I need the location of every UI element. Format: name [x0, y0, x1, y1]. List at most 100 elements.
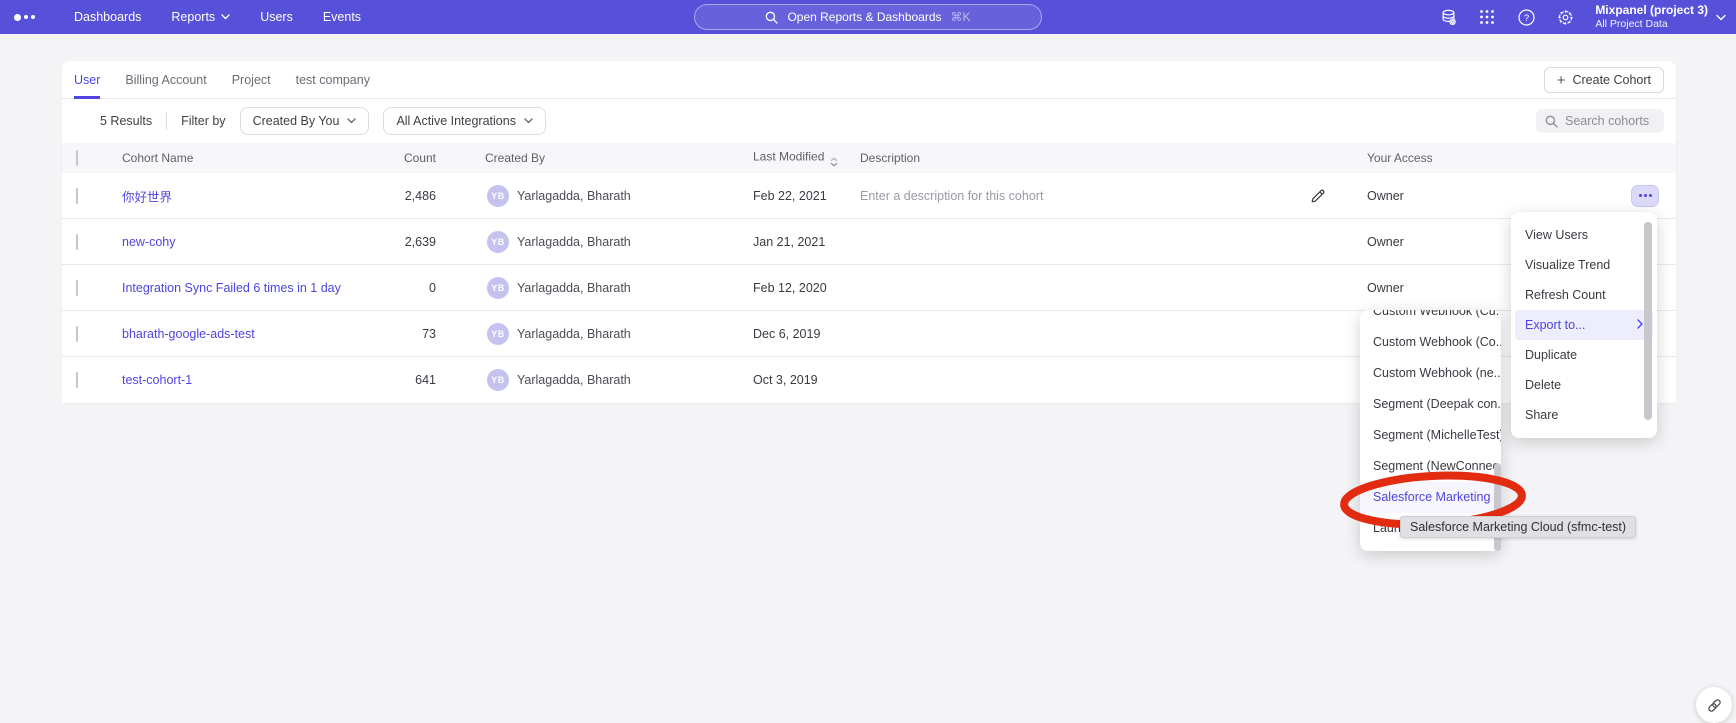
avatar: YB [487, 323, 509, 345]
filter-bar: 5 Results Filter by Created By You All A… [62, 99, 1676, 143]
menu-item-share[interactable]: Share [1511, 400, 1657, 430]
global-search-bar[interactable]: Open Reports & Dashboards ⌘K [694, 4, 1042, 30]
description-placeholder[interactable]: Enter a description for this cohort [860, 189, 1043, 203]
row-checkbox[interactable] [76, 188, 78, 204]
column-header-count: Count [342, 151, 436, 165]
integration-tooltip: Salesforce Marketing Cloud (sfmc-test) [1400, 516, 1636, 538]
create-cohort-button[interactable]: + Create Cohort [1544, 67, 1664, 93]
avatar: YB [487, 231, 509, 253]
apps-grid-icon[interactable] [1478, 8, 1496, 26]
submenu-item-custom-webhook-2[interactable]: Custom Webhook (Co... [1360, 327, 1501, 358]
mixpanel-logo-icon[interactable] [14, 14, 48, 21]
cohort-count: 73 [342, 327, 436, 341]
nav-item-reports[interactable]: Reports [171, 10, 230, 24]
nav-item-dashboards[interactable]: Dashboards [74, 10, 141, 24]
row-checkbox[interactable] [76, 372, 78, 388]
submenu-item-custom-webhook-1[interactable]: Custom Webhook (Cu... [1360, 310, 1501, 327]
cohort-search-box [1536, 109, 1664, 133]
chevron-down-icon [524, 118, 533, 124]
nav-item-users[interactable]: Users [260, 10, 293, 24]
nav-item-events[interactable]: Events [323, 10, 361, 24]
menu-item-visualize-trend[interactable]: Visualize Trend [1511, 250, 1657, 280]
cohort-name-link[interactable]: 你好世界 [122, 186, 172, 205]
menu-item-duplicate[interactable]: Duplicate [1511, 340, 1657, 370]
created-by-dropdown[interactable]: Created By You [240, 107, 370, 135]
divider [166, 112, 167, 130]
cohort-count: 0 [342, 281, 436, 295]
global-search-placeholder: Open Reports & Dashboards [787, 10, 941, 24]
last-modified-date: Oct 3, 2019 [753, 373, 818, 387]
creator-name: Yarlagadda, Bharath [517, 235, 631, 249]
tab-user[interactable]: User [74, 61, 100, 99]
avatar: YB [487, 277, 509, 299]
project-scope: All Project Data [1595, 18, 1708, 31]
project-selector[interactable]: Mixpanel (project 3) All Project Data [1595, 3, 1726, 31]
cohort-name-link[interactable]: new-cohy [122, 235, 176, 249]
filter-by-label: Filter by [181, 114, 225, 128]
access-level: Owner [1367, 235, 1404, 249]
plus-icon: + [1557, 73, 1566, 88]
access-level: Owner [1367, 281, 1404, 295]
cohort-name-link[interactable]: bharath-google-ads-test [122, 327, 255, 341]
submenu-item-segment-2[interactable]: Segment (MichelleTest) [1360, 420, 1501, 451]
top-nav: Dashboards Reports Users Events Open Rep… [0, 0, 1736, 34]
integrations-dropdown[interactable]: All Active Integrations [383, 107, 546, 135]
avatar: YB [487, 185, 509, 207]
creator-name: Yarlagadda, Bharath [517, 281, 631, 295]
tab-test-company[interactable]: test company [296, 61, 370, 99]
submenu-item-segment-3[interactable]: Segment (NewConnec... [1360, 451, 1501, 482]
row-actions-button[interactable] [1631, 185, 1659, 207]
row-checkbox[interactable] [76, 234, 78, 250]
table-row: new-cohy 2,639 YB Yarlagadda, Bharath Ja… [62, 219, 1676, 265]
menu-item-export-to[interactable]: Export to... [1515, 310, 1653, 340]
submenu-item-segment-1[interactable]: Segment (Deepak con... [1360, 389, 1501, 420]
row-checkbox[interactable] [76, 280, 78, 296]
tab-billing-account[interactable]: Billing Account [125, 61, 206, 99]
cohort-count: 641 [342, 373, 436, 387]
help-icon[interactable]: ? [1517, 8, 1535, 26]
creator-name: Yarlagadda, Bharath [517, 327, 631, 341]
nav-right-cluster: ? Mixpanel (project 3) All Project Data [1439, 0, 1726, 34]
last-modified-date: Feb 12, 2020 [753, 281, 827, 295]
chevron-down-icon [1716, 14, 1726, 21]
row-checkbox[interactable] [76, 326, 78, 342]
column-header-description: Description [860, 151, 920, 165]
cohort-name-link[interactable]: Integration Sync Failed 6 times in 1 day [122, 281, 341, 295]
search-icon [1545, 115, 1558, 128]
avatar: YB [487, 369, 509, 391]
export-to-submenu: Custom Webhook (Cu... Custom Webhook (Co… [1360, 310, 1501, 551]
settings-gear-icon[interactable] [1556, 8, 1574, 26]
search-icon [765, 11, 778, 24]
cohort-name-link[interactable]: test-cohort-1 [122, 373, 192, 387]
last-modified-date: Dec 6, 2019 [753, 327, 820, 341]
table-row: Integration Sync Failed 6 times in 1 day… [62, 265, 1676, 311]
cohort-search-input[interactable] [1565, 114, 1655, 128]
project-name: Mixpanel (project 3) [1595, 3, 1708, 18]
edit-description-pencil-icon[interactable] [1310, 188, 1326, 204]
select-all-checkbox[interactable] [76, 150, 78, 166]
chevron-down-icon [221, 14, 230, 20]
nav-links: Dashboards Reports Users Events [74, 10, 361, 24]
submenu-item-salesforce-marketing-cloud[interactable]: Salesforce Marketing C... [1360, 482, 1501, 513]
submenu-item-custom-webhook-3[interactable]: Custom Webhook (ne... [1360, 358, 1501, 389]
menu-item-refresh-count[interactable]: Refresh Count [1511, 280, 1657, 310]
menu-item-view-users[interactable]: View Users [1511, 220, 1657, 250]
creator-name: Yarlagadda, Bharath [517, 373, 631, 387]
chevron-right-icon [1637, 319, 1643, 329]
menu-item-delete[interactable]: Delete [1511, 370, 1657, 400]
column-header-last-modified[interactable]: Last Modified [753, 150, 838, 167]
link-icon [1706, 697, 1723, 714]
tab-project[interactable]: Project [232, 61, 271, 99]
table-row: 你好世界 2,486 YB Yarlagadda, Bharath Feb 22… [62, 173, 1676, 219]
cohort-count: 2,486 [342, 189, 436, 203]
data-management-icon[interactable] [1439, 8, 1457, 26]
tabs-row: User Billing Account Project test compan… [62, 61, 1676, 99]
chevron-down-icon [347, 118, 356, 124]
svg-text:?: ? [1524, 13, 1529, 24]
search-shortcut: ⌘K [951, 10, 971, 24]
menu-scrollbar-thumb[interactable] [1644, 222, 1652, 420]
share-link-button[interactable] [1696, 687, 1732, 723]
cohort-count: 2,639 [342, 235, 436, 249]
results-count: 5 Results [100, 114, 152, 128]
column-header-cohort-name: Cohort Name [122, 151, 193, 165]
